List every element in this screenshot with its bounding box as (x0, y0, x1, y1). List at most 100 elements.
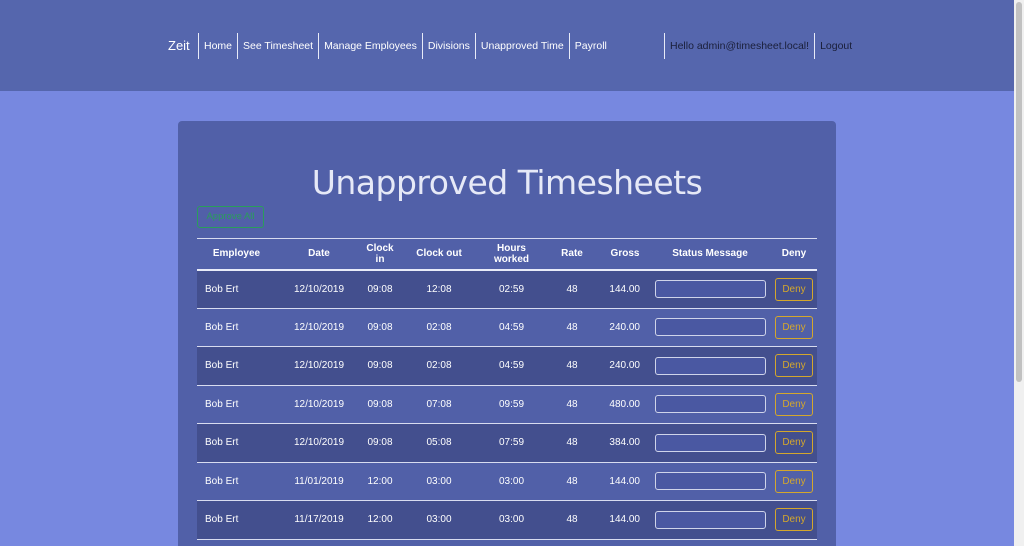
table-row: Bob Ert 11/01/2019 12:00 03:00 03:00 48 144.00… (197, 462, 817, 501)
cell-date: 11/01/2019 (294, 475, 344, 487)
cell-status-message (649, 501, 771, 540)
status-message-input[interactable] (654, 395, 766, 414)
nav-link-divisions[interactable]: Divisions (421, 33, 475, 59)
cell-date: 12/10/2019 (293, 360, 345, 372)
logout-link[interactable]: Logout (814, 33, 857, 59)
nav-links: Home See Timesheet Manage Employees Divi… (198, 33, 612, 59)
cell-hours-worked: 03:00 (498, 514, 525, 526)
status-message-input[interactable] (654, 318, 766, 337)
table-body: Bob Ert 12/10/2019 09:08 12:08 02:59 48 144.00… (197, 269, 817, 540)
cell-status-message (649, 308, 771, 347)
cell-gross: 240.00 (609, 360, 640, 372)
nav-link-see-timesheet[interactable]: See Timesheet (237, 33, 318, 59)
cell-gross: 384.00 (609, 437, 640, 449)
cell-hours-worked: 04:59 (498, 360, 525, 372)
cell-employee: Bob Ert (205, 398, 239, 410)
cell-employee: Bob Ert (205, 360, 239, 372)
cell-deny: Deny (771, 308, 817, 347)
table-header-row: Employee Date Clock in Clock out Hours w… (197, 238, 817, 270)
deny-button[interactable]: Deny (775, 508, 813, 532)
cell-clock-in: 09:08 (367, 398, 393, 410)
approve-all-button[interactable]: Approve All (197, 206, 264, 228)
cell-status-message (649, 462, 771, 501)
cell-deny: Deny (771, 270, 817, 309)
cell-rate: 48 (566, 321, 578, 333)
cell-employee: Bob Ert (205, 437, 239, 449)
cell-rate: 48 (566, 475, 578, 487)
deny-button[interactable]: Deny (775, 315, 813, 339)
cell-deny: Deny (771, 347, 817, 386)
cell-status-message (649, 347, 771, 386)
scrollbar-thumb[interactable] (1016, 2, 1022, 382)
cell-rate: 48 (566, 398, 578, 410)
cell-clock-in: 12:00 (367, 475, 393, 487)
cell-gross: 240.00 (609, 321, 640, 333)
nav-link-manage-employees[interactable]: Manage Employees (318, 33, 422, 59)
status-message-input[interactable] (654, 472, 766, 491)
deny-button[interactable]: Deny (775, 431, 813, 455)
status-message-input[interactable] (654, 280, 766, 298)
cell-gross: 144.00 (609, 514, 640, 526)
cell-hours-worked: 03:00 (498, 475, 525, 487)
cell-clock-out: 07:08 (426, 398, 452, 410)
deny-button[interactable]: Deny (775, 392, 813, 416)
table-row: Bob Ert 12/10/2019 09:08 07:08 09:59 48 480.00… (197, 385, 817, 424)
status-message-input[interactable] (654, 510, 766, 529)
table-row: Bob Ert 12/10/2019 09:08 12:08 02:59 48 144.00… (197, 269, 817, 309)
nav-user-area: Hello admin@timesheet.local! Logout (664, 33, 857, 59)
cell-deny: Deny (771, 385, 817, 424)
nav-link-unapproved-time[interactable]: Unapproved Time (474, 33, 569, 59)
cell-gross: 144.00 (609, 283, 640, 295)
col-employee: Employee (212, 248, 261, 260)
col-clock-in: Clock in (366, 242, 394, 265)
table-row: Bob Ert 11/17/2019 12:00 03:00 03:00 48 144.00… (197, 500, 817, 540)
cell-hours-worked: 02:59 (498, 283, 525, 295)
deny-button[interactable]: Deny (775, 277, 813, 301)
cell-status-message (649, 270, 771, 309)
cell-rate: 48 (566, 360, 578, 372)
col-status-message: Status Message (672, 248, 748, 260)
deny-button[interactable]: Deny (775, 354, 813, 378)
cell-date: 12/10/2019 (293, 283, 345, 295)
table-row: Bob Ert 12/10/2019 09:08 05:08 07:59 48 384.00… (197, 423, 817, 463)
cell-clock-in: 09:08 (367, 283, 393, 295)
deny-button[interactable]: Deny (775, 469, 813, 493)
nav-link-payroll[interactable]: Payroll (568, 33, 612, 59)
user-greeting: Hello admin@timesheet.local! (664, 33, 814, 59)
cell-hours-worked: 07:59 (498, 437, 525, 449)
col-rate: Rate (561, 248, 583, 260)
cell-hours-worked: 04:59 (498, 321, 525, 333)
cell-gross: 480.00 (609, 398, 640, 410)
brand-logo[interactable]: Zeit (168, 38, 190, 53)
nav-link-home[interactable]: Home (198, 33, 237, 59)
cell-rate: 48 (566, 283, 578, 295)
cell-clock-out: 03:00 (426, 475, 452, 487)
status-message-input[interactable] (654, 433, 766, 452)
cell-clock-in: 09:08 (367, 360, 393, 372)
cell-employee: Bob Ert (205, 514, 239, 526)
cell-deny: Deny (771, 462, 817, 501)
cell-clock-in: 09:08 (367, 321, 393, 333)
cell-clock-out: 02:08 (426, 321, 452, 333)
timesheet-card: Unapproved Timesheets Approve All Employ… (178, 121, 836, 546)
cell-rate: 48 (566, 437, 578, 449)
table-row: Bob Ert 12/10/2019 09:08 02:08 04:59 48 240.00… (197, 308, 817, 347)
cell-clock-out: 03:00 (426, 514, 452, 526)
cell-rate: 48 (566, 514, 578, 526)
status-message-input[interactable] (654, 356, 766, 375)
page-title: Unapproved Timesheets (311, 163, 703, 202)
col-date: Date (308, 248, 330, 260)
cell-hours-worked: 09:59 (498, 398, 525, 410)
cell-date: 12/10/2019 (293, 321, 345, 333)
cell-deny: Deny (771, 501, 817, 540)
cell-clock-out: 05:08 (426, 437, 452, 449)
col-hours-worked: Hours worked (493, 242, 529, 265)
cell-status-message (649, 424, 771, 463)
cell-gross: 144.00 (609, 475, 640, 487)
page-scrollbar[interactable] (1014, 0, 1024, 546)
cell-clock-out: 02:08 (426, 360, 452, 372)
cell-clock-out: 12:08 (426, 283, 452, 295)
cell-clock-in: 12:00 (367, 514, 393, 526)
col-deny: Deny (781, 248, 807, 260)
table-row: Bob Ert 12/10/2019 09:08 02:08 04:59 48 240.00… (197, 346, 817, 386)
